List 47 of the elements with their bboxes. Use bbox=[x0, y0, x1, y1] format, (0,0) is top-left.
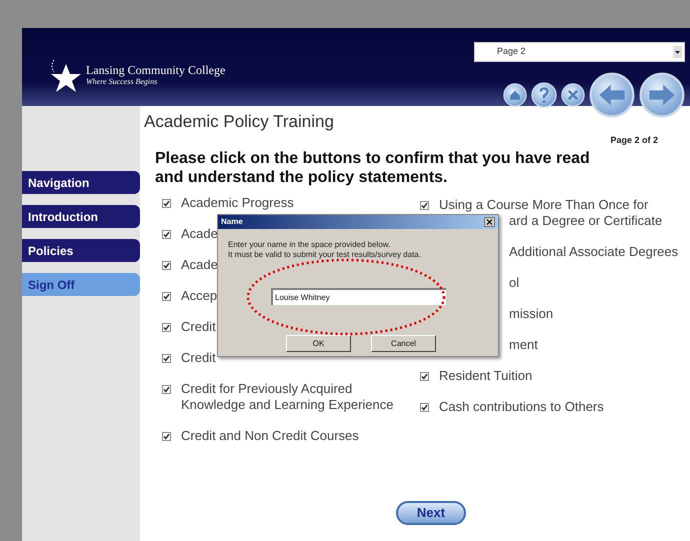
dialog-title: Name bbox=[221, 217, 243, 227]
policy-label: Acade bbox=[181, 226, 218, 242]
page-indicator: Page 2 of 2 bbox=[610, 134, 658, 146]
checkbox[interactable] bbox=[162, 261, 171, 270]
policy-label: Credit for Previously Acquired Knowledge and Learning Experience bbox=[181, 381, 394, 413]
sidebar-item[interactable]: Introduction bbox=[22, 205, 140, 228]
policy-label: Resident Tuition bbox=[439, 368, 532, 384]
policy-label: Academic Progress bbox=[181, 195, 294, 211]
help-icon[interactable] bbox=[531, 82, 557, 108]
college-tagline: Where Success Begins bbox=[86, 77, 158, 87]
policy-label: Credit bbox=[181, 319, 216, 335]
dialog-button[interactable]: Cancel bbox=[371, 335, 436, 352]
next-button[interactable]: Next bbox=[396, 501, 466, 525]
policy-label: ard a Degree or Certificate bbox=[509, 213, 662, 229]
policy-label: ment bbox=[509, 337, 538, 353]
policy-label: Using a Course More Than Once for bbox=[439, 197, 648, 213]
sidebar-item[interactable]: Policies bbox=[22, 239, 140, 262]
policy-label: mission bbox=[509, 306, 554, 322]
checkbox[interactable] bbox=[420, 403, 429, 412]
checkbox[interactable] bbox=[420, 201, 429, 210]
policy-label: Credit and Non Credit Courses bbox=[181, 428, 359, 444]
dialog-message: Enter your name in the space provided below. bbox=[228, 240, 392, 250]
checkbox[interactable] bbox=[162, 354, 171, 363]
checkbox[interactable] bbox=[420, 372, 429, 381]
checkbox[interactable] bbox=[162, 292, 171, 301]
policy-label: Additional Associate Degrees bbox=[509, 244, 678, 260]
policy-label: Accep bbox=[181, 288, 218, 304]
page-select[interactable]: Page 2 bbox=[474, 42, 685, 62]
checkbox[interactable] bbox=[162, 199, 171, 208]
sidebar-item[interactable]: Navigation bbox=[22, 171, 140, 194]
college-name: Lansing Community College bbox=[86, 65, 226, 76]
policy-label: Acade bbox=[181, 257, 218, 273]
checkbox[interactable] bbox=[162, 432, 171, 441]
page-title: Academic Policy Training bbox=[144, 112, 335, 132]
checkbox[interactable] bbox=[162, 323, 171, 332]
checkbox[interactable] bbox=[162, 385, 171, 394]
policy-label: Cash contributions to Others bbox=[439, 399, 604, 415]
dialog-button[interactable]: OK bbox=[286, 335, 351, 352]
policy-label: ol bbox=[509, 275, 520, 291]
sidebar-item[interactable]: Sign Off bbox=[22, 273, 140, 296]
instructions-text: Please click on the buttons to confirm that you have read and understand the policy statements. bbox=[155, 149, 591, 187]
close-icon[interactable] bbox=[484, 217, 495, 227]
dialog-message: It must be valid to submit your test results/survey data. bbox=[228, 250, 422, 260]
policy-label: Credit bbox=[181, 350, 216, 366]
checkbox[interactable] bbox=[162, 230, 171, 239]
name-input[interactable]: Louise Whitney bbox=[271, 288, 446, 305]
home-icon[interactable] bbox=[503, 83, 527, 107]
